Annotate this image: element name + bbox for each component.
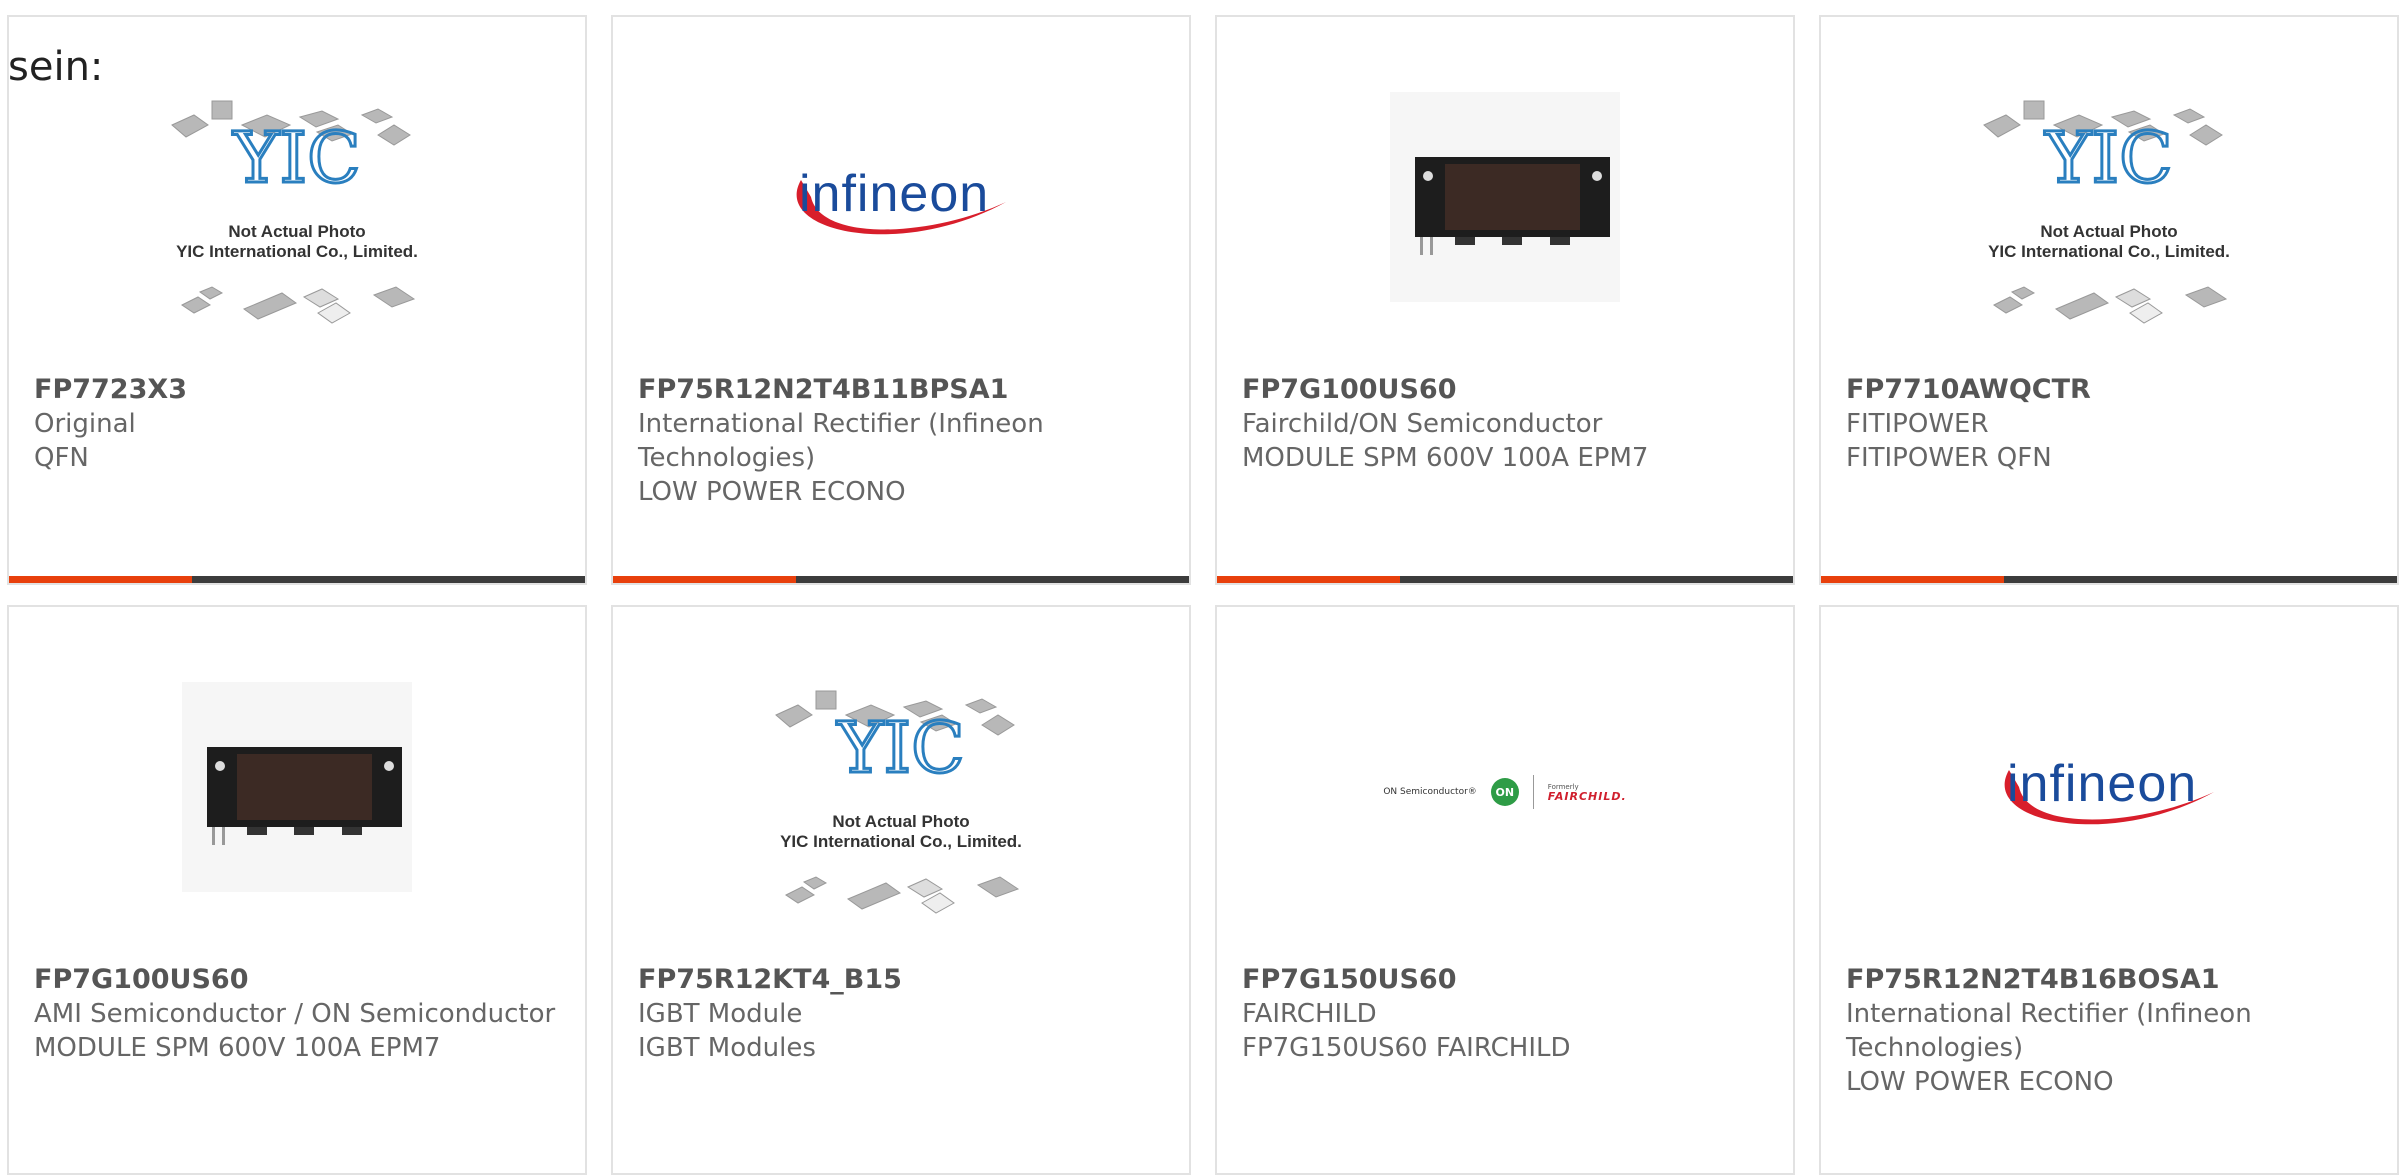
card-accent-bar	[9, 576, 192, 583]
manufacturer: AMI Semiconductor / ON Semiconductor	[34, 999, 556, 1029]
manufacturer: Fairchild/ON Semiconductor	[1242, 409, 1603, 439]
igbt-module-image	[182, 682, 412, 892]
placeholder-caption-line1: Not Actual Photo	[228, 222, 365, 241]
yic-placeholder-image: YIC Not Actual Photo YIC International C…	[171, 100, 418, 324]
placeholder-caption-line2: YIC International Co., Limited.	[1988, 242, 2230, 261]
product-card[interactable]: YIC Not Actual Photo YIC International C…	[7, 15, 587, 585]
placeholder-caption-line2: YIC International Co., Limited.	[176, 242, 418, 261]
intro-text: sein:	[8, 44, 104, 90]
card-bottom-bar	[9, 576, 585, 583]
placeholder-caption-line1: Not Actual Photo	[2040, 222, 2177, 241]
manufacturer: Original	[34, 409, 136, 439]
manufacturer: International Rectifier (Infineon Techno…	[1846, 999, 2252, 1063]
product-card[interactable]: FP7G100US60 Fairchild/ON Semiconductor M…	[1215, 15, 1795, 585]
infineon-logo: infineon	[781, 142, 1021, 252]
product-card[interactable]: YIC Not Actual Photo YIC International C…	[611, 605, 1191, 1175]
card-bottom-bar	[1821, 576, 2397, 583]
part-number[interactable]: FP75R12N2T4B11BPSA1	[638, 373, 1169, 407]
manufacturer: IGBT Module	[638, 999, 803, 1029]
product-image[interactable]: YIC Not Actual Photo YIC International C…	[9, 77, 585, 347]
part-number[interactable]: FP7723X3	[34, 373, 565, 407]
description: MODULE SPM 600V 100A EPM7	[34, 1033, 441, 1063]
description: LOW POWER ECONO	[1846, 1067, 2114, 1097]
yic-placeholder-image: YIC Not Actual Photo YIC International C…	[1983, 100, 2230, 324]
description: QFN	[34, 443, 89, 473]
infineon-logo: infineon	[1989, 732, 2229, 842]
igbt-module-image	[1390, 92, 1620, 302]
card-accent-bar	[1821, 576, 2004, 583]
fairchild-logo: ON Semiconductor® ON Formerly FAIRCHILD.	[1383, 775, 1626, 809]
product-card[interactable]: infineon FP75R12N2T4B11BPSA1 Internation…	[611, 15, 1191, 585]
part-number[interactable]: FP7G100US60	[34, 963, 565, 997]
product-image[interactable]: YIC Not Actual Photo YIC International C…	[613, 667, 1189, 937]
product-image[interactable]: infineon	[1821, 687, 2397, 887]
product-image[interactable]	[1217, 87, 1793, 307]
product-card[interactable]: infineon FP75R12N2T4B16BOSA1 Internation…	[1819, 605, 2399, 1175]
manufacturer: FAIRCHILD	[1242, 999, 1377, 1029]
description: LOW POWER ECONO	[638, 477, 906, 507]
yic-placeholder-image: YIC Not Actual Photo YIC International C…	[775, 690, 1022, 914]
product-image[interactable]: infineon	[613, 97, 1189, 297]
yic-logo: YIC	[836, 707, 964, 789]
part-number[interactable]: FP7G150US60	[1242, 963, 1773, 997]
description: MODULE SPM 600V 100A EPM7	[1242, 443, 1649, 473]
card-accent-bar	[613, 576, 796, 583]
part-number[interactable]: FP75R12KT4_B15	[638, 963, 1169, 997]
description: FP7G150US60 FAIRCHILD	[1242, 1033, 1571, 1063]
card-bottom-bar	[1217, 576, 1793, 583]
product-image[interactable]: ON Semiconductor® ON Formerly FAIRCHILD.	[1217, 717, 1793, 867]
part-number[interactable]: FP7710AWQCTR	[1846, 373, 2377, 407]
yic-logo: YIC	[2044, 117, 2172, 199]
placeholder-caption-line1: Not Actual Photo	[832, 812, 969, 831]
product-image[interactable]: YIC Not Actual Photo YIC International C…	[1821, 77, 2397, 347]
description: IGBT Modules	[638, 1033, 816, 1063]
manufacturer: International Rectifier (Infineon Techno…	[638, 409, 1044, 473]
product-card[interactable]: ON Semiconductor® ON Formerly FAIRCHILD.…	[1215, 605, 1795, 1175]
product-image[interactable]	[9, 677, 585, 897]
description: FITIPOWER QFN	[1846, 443, 2052, 473]
product-card[interactable]: FP7G100US60 AMI Semiconductor / ON Semic…	[7, 605, 587, 1175]
manufacturer: FITIPOWER	[1846, 409, 1989, 439]
part-number[interactable]: FP75R12N2T4B16BOSA1	[1846, 963, 2377, 997]
product-card[interactable]: YIC Not Actual Photo YIC International C…	[1819, 15, 2399, 585]
card-bottom-bar	[613, 576, 1189, 583]
part-number[interactable]: FP7G100US60	[1242, 373, 1773, 407]
yic-logo: YIC	[232, 117, 360, 199]
card-accent-bar	[1217, 576, 1400, 583]
placeholder-caption-line2: YIC International Co., Limited.	[780, 832, 1022, 851]
